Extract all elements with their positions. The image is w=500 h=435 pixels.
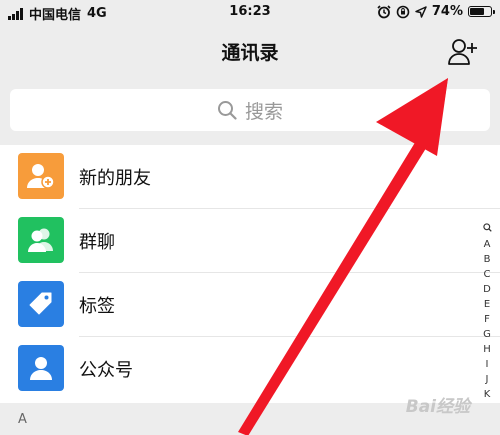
search-icon	[217, 101, 237, 120]
index-search-icon[interactable]	[482, 222, 492, 237]
index-letter[interactable]: D	[483, 282, 491, 297]
status-bar: 中国电信 4G 16:23 74%	[0, 0, 500, 24]
index-letter[interactable]: K	[484, 387, 491, 402]
index-letter[interactable]: H	[483, 342, 491, 357]
tag-icon	[18, 281, 64, 327]
nav-bar: 通讯录	[0, 24, 500, 80]
alarm-icon	[377, 4, 391, 18]
index-letter[interactable]: A	[484, 237, 491, 252]
search-bar[interactable]: 搜索	[10, 89, 490, 131]
page-title: 通讯录	[221, 42, 279, 64]
battery-icon	[468, 6, 495, 17]
list-item-tags[interactable]: 标签	[0, 273, 500, 337]
index-letter[interactable]: F	[484, 312, 490, 327]
section-letter: A	[18, 412, 27, 427]
list-item-label: 公众号	[79, 360, 133, 381]
add-contact-icon	[448, 39, 477, 65]
list-item-group-chats[interactable]: 群聊	[0, 209, 500, 273]
index-letter[interactable]: G	[483, 327, 491, 342]
index-letter[interactable]: E	[484, 297, 490, 312]
index-letter[interactable]: C	[484, 267, 491, 282]
list-item-label: 新的朋友	[79, 168, 151, 189]
new-friend-icon	[18, 153, 64, 199]
add-contact-button[interactable]	[448, 38, 478, 66]
status-bar-right: 74%	[377, 4, 495, 19]
index-letter[interactable]: J	[486, 372, 489, 387]
list-item-new-friends[interactable]: 新的朋友	[0, 145, 500, 209]
alphabet-index[interactable]: A B C D E F G H I J K	[480, 222, 494, 402]
watermark-text: Bai经验	[405, 397, 470, 417]
watermark-logo: Bai经验	[406, 392, 470, 417]
index-letter[interactable]: B	[484, 252, 491, 267]
list-item-label: 群聊	[79, 232, 115, 253]
index-letter[interactable]: I	[486, 357, 489, 372]
search-placeholder: 搜索	[244, 100, 283, 123]
battery-fill	[470, 8, 485, 15]
official-account-icon	[18, 345, 64, 391]
orientation-lock-icon	[396, 5, 410, 18]
location-icon	[415, 5, 427, 18]
list-item-label: 标签	[79, 296, 115, 317]
contacts-list: 新的朋友 群聊 标签 公众号	[0, 145, 500, 403]
group-chat-icon	[18, 217, 64, 263]
battery-percent: 74%	[431, 4, 463, 19]
